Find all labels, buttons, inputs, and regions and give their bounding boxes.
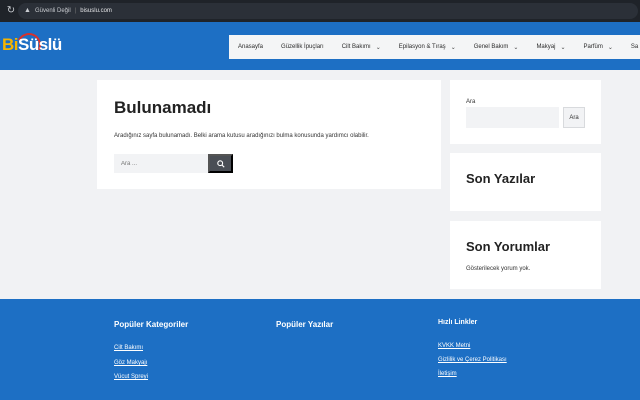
search-button[interactable]: [208, 154, 233, 173]
not-found-card: Bulunamadı Aradığınız sayfa bulunamadı. …: [97, 80, 441, 189]
browser-toolbar: ↻ ▲ Güvenli Değil | bisuslu.com: [0, 0, 640, 22]
sidebar-search-widget: Ara Ara: [450, 80, 601, 144]
sidebar-search-label: Ara: [466, 99, 476, 105]
nav-label: Epilasyon & Tıraş: [398, 44, 446, 50]
sidebar-search-input[interactable]: [466, 107, 559, 128]
nav-label: Güzellik İpuçları: [281, 44, 324, 50]
main-nav: Anasayfa Güzellik İpuçları Cilt Bakımı ⌄ …: [229, 35, 640, 59]
nav-item-genel-bakim[interactable]: Genel Bakım ⌄: [465, 35, 528, 59]
footer-quick-links-title: Hızlı Linkler: [438, 319, 478, 326]
page-title: Bulunamadı: [114, 98, 212, 117]
footer-popular-posts-title: Popüler Yazılar: [276, 320, 334, 329]
not-found-message: Aradığınız sayfa bulunamadı. Belki arama…: [114, 133, 369, 139]
footer-popular-categories-title: Popüler Kategoriler: [114, 320, 189, 329]
nav-label: Cilt Bakımı: [341, 44, 371, 50]
url-text: bisuslu.com: [80, 8, 112, 14]
nav-item-anasayfa[interactable]: Anasayfa: [229, 35, 272, 59]
chevron-down-icon: ⌄: [375, 44, 381, 51]
nav-label: Genel Bakım: [473, 44, 509, 50]
footer-link-iletisim[interactable]: İletişim: [438, 371, 457, 377]
footer-link-vucut-spreyi[interactable]: Vücut Spreyi: [114, 374, 148, 380]
footer-link-kvkk[interactable]: KVKK Metni: [438, 343, 470, 349]
chevron-down-icon: ⌄: [560, 44, 566, 51]
url-separator: |: [74, 8, 77, 14]
logo-main: Süslü: [18, 35, 62, 54]
footer-link-cilt-bakimi[interactable]: Cilt Bakımı: [114, 345, 143, 351]
search-input[interactable]: [114, 154, 208, 173]
chevron-down-icon: ⌄: [513, 44, 519, 51]
search-icon: [216, 159, 225, 168]
nav-item-parfum[interactable]: Parfüm ⌄: [574, 35, 621, 59]
security-label: Güvenli Değil: [35, 8, 71, 14]
nav-item-more[interactable]: Sa: [622, 35, 640, 59]
nav-label: Sa: [630, 44, 639, 50]
recent-posts-title: Son Yazılar: [466, 171, 536, 186]
no-comments-text: Gösterilecek yorum yok.: [466, 266, 531, 272]
footer-link-goz-makyaji[interactable]: Göz Makyajı: [114, 360, 147, 366]
recent-comments-title: Son Yorumlar: [466, 239, 551, 254]
sidebar-search-button[interactable]: Ara: [563, 107, 585, 128]
chevron-down-icon: ⌄: [607, 44, 613, 51]
site-logo[interactable]: BiSüslü: [2, 32, 62, 58]
footer-link-gizlilik[interactable]: Gizlilik ve Çerez Politikası: [438, 357, 507, 363]
address-bar[interactable]: ▲ Güvenli Değil | bisuslu.com: [18, 3, 638, 19]
recent-comments-widget: Son Yorumlar Gösterilecek yorum yok.: [450, 221, 601, 289]
nav-item-guzellik-ipuclari[interactable]: Güzellik İpuçları: [272, 35, 333, 59]
site-header: BiSüslü Anasayfa Güzellik İpuçları Cilt …: [0, 22, 640, 70]
warning-icon: ▲: [24, 7, 31, 14]
logo-prefix: Bi: [2, 35, 19, 54]
reload-icon[interactable]: ↻: [5, 5, 17, 17]
site-footer: Popüler Kategoriler Cilt Bakımı Göz Maky…: [0, 299, 640, 400]
recent-posts-widget: Son Yazılar: [450, 153, 601, 211]
chevron-down-icon: ⌄: [450, 44, 456, 51]
nav-label: Anasayfa: [238, 44, 264, 50]
nav-label: Parfüm: [583, 44, 603, 50]
nav-item-epilasyon[interactable]: Epilasyon & Tıraş ⌄: [390, 35, 465, 59]
nav-item-cilt-bakimi[interactable]: Cilt Bakımı ⌄: [333, 35, 390, 59]
nav-label: Makyaj: [536, 44, 556, 50]
nav-item-makyaj[interactable]: Makyaj ⌄: [527, 35, 574, 59]
